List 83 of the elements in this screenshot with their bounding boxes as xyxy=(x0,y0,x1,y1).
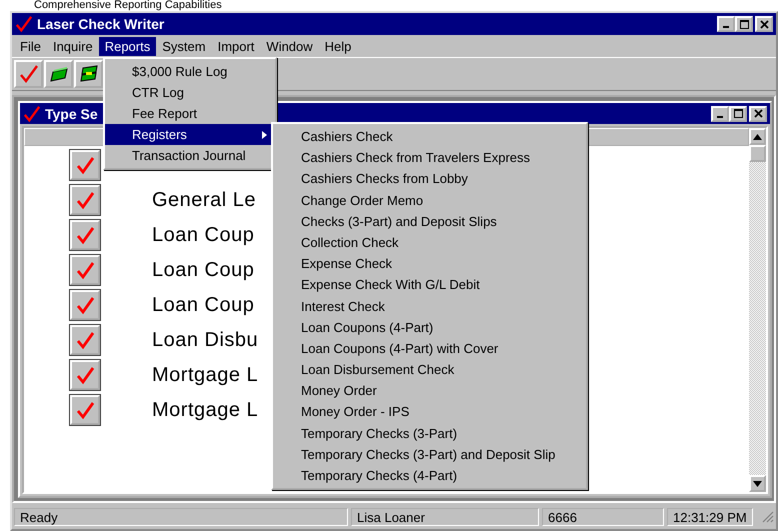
check-icon xyxy=(18,64,38,84)
check-type-button[interactable] xyxy=(70,395,100,425)
money-tool-button[interactable] xyxy=(44,60,73,88)
menu-item[interactable]: Temporary Checks (3-Part) and Deposit Slip xyxy=(273,444,586,465)
menu-item[interactable]: Checks (3-Part) and Deposit Slips xyxy=(273,210,586,232)
check-type-label: Mortgage L xyxy=(152,398,258,422)
minimize-button[interactable] xyxy=(717,16,735,32)
check-type-button[interactable] xyxy=(70,360,100,390)
menu-item[interactable]: Inquire xyxy=(46,36,99,56)
menu-item[interactable]: Interest Check xyxy=(273,296,586,317)
menu-item[interactable]: Loan Disbursement Check xyxy=(273,359,586,380)
status-pane: 6666 xyxy=(542,508,664,526)
menu-item[interactable]: Loan Coupons (4-Part) with Cover xyxy=(273,338,586,360)
check-icon xyxy=(75,190,95,210)
check-type-button[interactable] xyxy=(70,325,100,355)
maximize-icon xyxy=(740,20,748,28)
minimize-button[interactable] xyxy=(711,106,729,122)
up-arrow-icon xyxy=(753,134,762,140)
check-icon xyxy=(75,260,95,280)
down-arrow-icon xyxy=(753,480,762,486)
menu-item[interactable]: Temporary Checks (4-Part) xyxy=(273,465,586,486)
minimize-icon xyxy=(723,26,729,28)
resize-grip-icon xyxy=(762,511,774,523)
scroll-thumb[interactable] xyxy=(749,145,766,162)
check-logo-icon xyxy=(23,104,41,122)
menu-item[interactable]: Cashiers Checks from Lobby xyxy=(273,168,586,190)
menu-item[interactable]: Transaction Journal xyxy=(105,145,275,166)
check-icon xyxy=(75,155,95,175)
check-icon xyxy=(75,330,95,350)
maximize-icon xyxy=(734,109,742,118)
menu-item[interactable]: Money Order - IPS xyxy=(273,401,586,423)
check-icon xyxy=(75,365,95,385)
check-type-label: Loan Coup xyxy=(152,294,254,316)
menu-item[interactable]: Expense Check xyxy=(273,253,586,274)
check-type-button[interactable] xyxy=(70,255,100,285)
menu-item[interactable]: Money Order xyxy=(273,380,586,402)
close-button[interactable] xyxy=(755,16,773,32)
close-button[interactable] xyxy=(749,106,767,122)
check-type-label: Loan Coup xyxy=(152,224,254,246)
menu-item[interactable]: Cashiers Check xyxy=(273,126,586,148)
check-tool-button[interactable] xyxy=(14,60,43,88)
menu-item[interactable]: Window xyxy=(260,36,319,56)
check-icon xyxy=(75,225,95,245)
check-type-button[interactable] xyxy=(70,150,100,180)
slide-caption: Comprehensive Reporting Capabilities xyxy=(33,0,223,11)
menu-item[interactable]: Import xyxy=(212,36,260,56)
menu-item[interactable]: File xyxy=(14,36,47,56)
money-stack-icon xyxy=(78,64,98,84)
money-icon xyxy=(48,64,68,84)
menu-item[interactable]: Collection Check xyxy=(273,232,586,254)
check-type-label: Mortgage L xyxy=(152,364,258,386)
vertical-scrollbar[interactable] xyxy=(749,128,766,492)
menu-item[interactable]: Help xyxy=(318,36,358,56)
status-pane: Lisa Loaner xyxy=(351,508,539,526)
check-logo-icon xyxy=(15,15,33,33)
close-icon xyxy=(754,109,762,118)
menu-item[interactable]: Expense Check With G/L Debit xyxy=(273,274,586,296)
menu-item[interactable]: System xyxy=(156,36,212,56)
menu-item[interactable]: Loan Coupons (4-Part) xyxy=(273,316,586,338)
money-tool-button[interactable] xyxy=(74,60,103,88)
status-pane: 12:31:29 PM xyxy=(667,508,753,526)
window-title: Laser Check Writer xyxy=(37,16,164,32)
check-icon xyxy=(75,400,95,420)
menu-item[interactable]: Cashiers Check from Travelers Express xyxy=(273,147,586,168)
check-icon xyxy=(75,295,95,315)
menu-item[interactable]: Fee Report xyxy=(105,103,275,124)
menu-item[interactable]: Reports xyxy=(98,36,156,56)
check-type-label: Loan Disbu xyxy=(152,328,258,352)
maximize-button[interactable] xyxy=(729,106,747,122)
menu-item[interactable]: Change Order Memo xyxy=(273,190,586,211)
minimize-icon xyxy=(717,116,723,118)
check-type-label: General Le xyxy=(152,188,256,212)
menu-item[interactable]: CTR Log xyxy=(105,82,275,103)
check-type-label: Loan Coup xyxy=(152,258,254,282)
check-type-button[interactable] xyxy=(70,220,100,250)
maximize-button[interactable] xyxy=(735,16,753,32)
check-type-button[interactable] xyxy=(70,290,100,320)
child-window-title: Type Se xyxy=(45,106,98,122)
menu-item[interactable]: Temporary Checks (3-Part) xyxy=(273,422,586,444)
menu-item[interactable]: $3,000 Rule Log xyxy=(105,61,275,82)
close-icon xyxy=(760,20,768,28)
check-type-button[interactable] xyxy=(70,185,100,215)
status-pane: Ready xyxy=(14,508,348,526)
